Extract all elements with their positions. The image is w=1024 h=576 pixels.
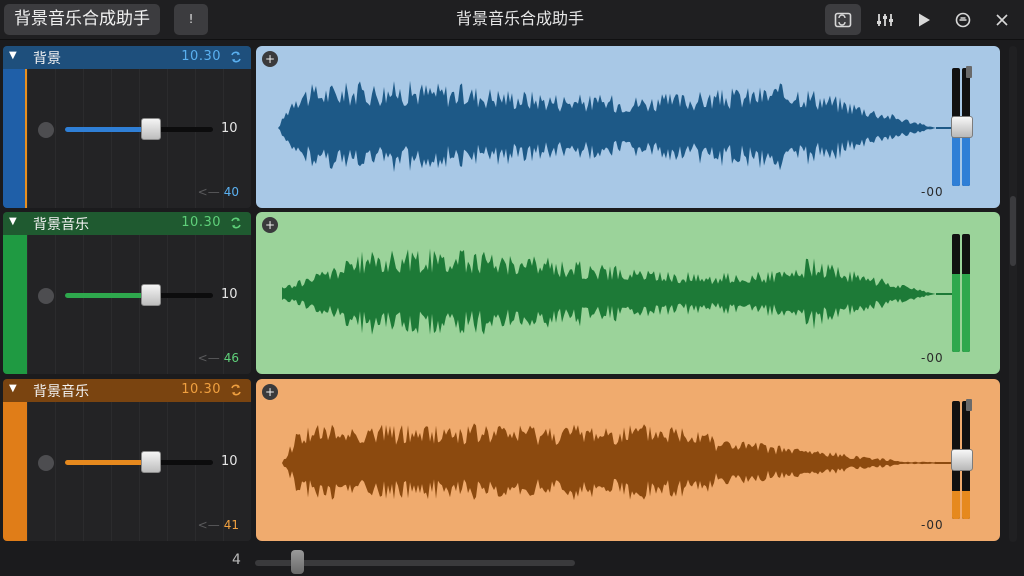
disclosure-triangle-icon[interactable]: ▼ <box>9 50 17 61</box>
volume-slider-knob[interactable] <box>140 451 161 473</box>
close-icon <box>996 13 1008 26</box>
track-controls: 10 <— 41 <box>27 402 251 541</box>
db-value: -00 <box>921 518 944 532</box>
fader-knob[interactable] <box>951 449 973 471</box>
close-button[interactable] <box>984 4 1020 35</box>
track-title-band: ▼ 背景音乐 10.30 <box>3 212 251 235</box>
waveform <box>260 248 954 335</box>
track-header[interactable]: ▼ 背景音乐 10.30 10 <— 46 <box>3 212 251 374</box>
volume-value: 10 <box>221 121 238 136</box>
volume-fill <box>65 460 151 465</box>
volume-fill <box>65 293 151 298</box>
pan-arrow-icon: <— <box>197 185 220 199</box>
audio-region[interactable]: + -00 <box>256 212 1000 374</box>
volume-slider-knob[interactable] <box>140 118 161 140</box>
smart-controls-button[interactable] <box>945 4 981 35</box>
volume-value: 10 <box>221 454 238 469</box>
window-title: 背景音乐合成助手 <box>455 9 584 28</box>
vertical-scrollbar[interactable] <box>1009 46 1017 542</box>
mixer-button[interactable] <box>867 4 903 35</box>
volume-value: 10 <box>221 287 238 302</box>
mixer-icon <box>877 13 893 26</box>
disclosure-triangle-icon[interactable]: ▼ <box>9 216 17 227</box>
volume-slider[interactable] <box>65 293 213 298</box>
add-icon[interactable]: + <box>262 217 278 233</box>
record-enable-button[interactable] <box>38 455 54 471</box>
volume-fill <box>65 127 151 132</box>
track-color-strip <box>3 402 25 541</box>
db-value: -00 <box>921 185 944 199</box>
track-name[interactable]: 背景音乐 <box>33 214 89 234</box>
zoom-slider-knob[interactable] <box>291 550 304 574</box>
track-time: 10.30 <box>181 215 221 230</box>
play-icon <box>919 13 930 26</box>
track-name[interactable]: 背景音乐 <box>33 381 89 401</box>
track-color-strip <box>3 235 25 374</box>
meter-bar-left <box>952 234 960 352</box>
clip-indicator <box>966 399 972 411</box>
meter-bar-right <box>962 234 970 352</box>
info-button[interactable]: ! <box>174 4 208 35</box>
pan-value[interactable]: <— 41 <box>198 518 239 532</box>
pan-arrow-icon: <— <box>197 351 220 365</box>
waveform <box>260 423 954 501</box>
disclosure-triangle-icon[interactable]: ▼ <box>9 383 17 394</box>
meter-level-left <box>952 274 960 352</box>
record-enable-button[interactable] <box>38 122 54 138</box>
loop-icon[interactable] <box>229 50 243 64</box>
zoom-value: 4 <box>232 552 241 568</box>
loop-browser-icon <box>834 12 852 27</box>
track-header[interactable]: ▼ 背景 10.30 10 <— 40 <box>3 46 251 208</box>
play-button[interactable] <box>906 4 942 35</box>
record-enable-button[interactable] <box>38 288 54 304</box>
volume-slider-knob[interactable] <box>140 284 161 306</box>
waveform <box>256 80 954 173</box>
pan-arrow-icon: <— <box>197 518 220 532</box>
app-menu-button[interactable]: 背景音乐合成助手 <box>4 4 160 35</box>
track-header[interactable]: ▼ 背景音乐 10.30 10 <— 41 <box>3 379 251 541</box>
fader-knob[interactable] <box>951 116 973 138</box>
track-title-band: ▼ 背景 10.30 <box>3 46 251 69</box>
title-bar: 背景音乐合成助手 ! 背景音乐合成助手 <box>0 0 1024 40</box>
pan-value[interactable]: <— 46 <box>198 351 239 365</box>
meter-level-right <box>962 490 970 519</box>
audio-region[interactable]: + -00 <box>256 379 1000 541</box>
loop-icon[interactable] <box>229 216 243 230</box>
meter-level-left <box>952 490 960 519</box>
track-time: 10.30 <box>181 382 221 397</box>
track-name[interactable]: 背景 <box>33 48 61 68</box>
volume-slider[interactable] <box>65 127 213 132</box>
pan-value-text: 40 <box>223 185 239 199</box>
pan-value[interactable]: <— 40 <box>198 185 239 199</box>
meter-level-right <box>962 274 970 352</box>
track-color-strip <box>3 69 25 208</box>
scrollbar-thumb[interactable] <box>1010 196 1016 266</box>
track-row: ▼ 背景 10.30 10 <— 40 + -00 <box>3 46 1003 208</box>
track-time: 10.30 <box>181 49 221 64</box>
clip-indicator <box>966 66 972 78</box>
track-row: ▼ 背景音乐 10.30 10 <— 46 + -00 <box>3 212 1003 374</box>
pan-value-text: 41 <box>223 518 239 532</box>
add-icon[interactable]: + <box>262 51 278 67</box>
track-controls: 10 <— 46 <box>27 235 251 374</box>
loop-browser-button[interactable] <box>825 4 861 35</box>
volume-slider[interactable] <box>65 460 213 465</box>
db-value: -00 <box>921 351 944 365</box>
track-row: ▼ 背景音乐 10.30 10 <— 41 + -00 <box>3 379 1003 541</box>
pan-value-text: 46 <box>223 351 239 365</box>
track-controls: 10 <— 40 <box>27 69 251 208</box>
add-icon[interactable]: + <box>262 384 278 400</box>
loop-icon[interactable] <box>229 383 243 397</box>
track-title-band: ▼ 背景音乐 10.30 <box>3 379 251 402</box>
level-meter <box>952 234 974 352</box>
audio-region[interactable]: + -00 <box>256 46 1000 208</box>
smart-controls-icon <box>955 12 971 27</box>
